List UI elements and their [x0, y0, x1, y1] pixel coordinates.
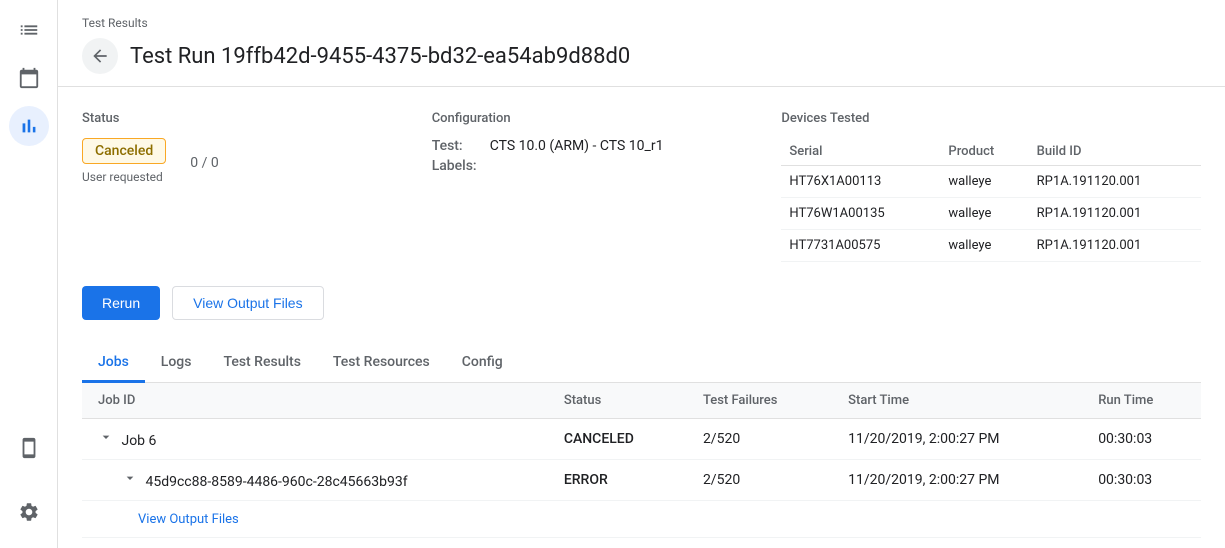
action-buttons: Rerun View Output Files — [82, 286, 1201, 320]
subjob-run-time: 00:30:03 — [1082, 460, 1201, 501]
col-failures: Test Failures — [687, 383, 832, 419]
device-row: HT76W1A00135 walleye RP1A.191120.001 — [781, 198, 1201, 230]
col-runtime: Run Time — [1082, 383, 1201, 419]
device-product: walleye — [940, 230, 1028, 262]
tab-test-results[interactable]: Test Results — [207, 344, 316, 383]
phone-icon — [18, 437, 40, 459]
back-arrow-icon — [90, 46, 110, 66]
sidebar — [0, 0, 58, 548]
col-status: Status — [548, 383, 687, 419]
config-labels-row: Labels: — [432, 158, 782, 174]
job-run-time: 00:30:03 — [1082, 419, 1201, 460]
subjob-id-cell: 45d9cc88-8589-4486-960c-28c45663b93f — [82, 460, 548, 501]
job-status: CANCELED — [548, 419, 687, 460]
config-label: Configuration — [432, 111, 782, 126]
sidebar-item-calendar[interactable] — [9, 58, 49, 98]
config-block: Configuration Test: CTS 10.0 (ARM) - CTS… — [432, 111, 782, 262]
device-serial: HT7731A00575 — [781, 230, 940, 262]
tab-logs[interactable]: Logs — [145, 344, 208, 383]
devices-col-serial: Serial — [781, 138, 940, 166]
tab-jobs[interactable]: Jobs — [82, 344, 145, 383]
view-output-button[interactable]: View Output Files — [172, 286, 323, 320]
jobs-table: Job ID Status Test Failures Start Time R… — [82, 383, 1201, 538]
devices-label: Devices Tested — [781, 111, 1201, 126]
status-sub: User requested — [82, 170, 166, 184]
device-build: RP1A.191120.001 — [1029, 198, 1201, 230]
device-row: HT7731A00575 walleye RP1A.191120.001 — [781, 230, 1201, 262]
sidebar-item-analytics[interactable] — [9, 106, 49, 146]
expand-button[interactable] — [98, 429, 114, 445]
device-serial: HT76X1A00113 — [781, 166, 940, 198]
content-area: Status Canceled User requested 0 / 0 Con… — [58, 87, 1225, 548]
back-button[interactable] — [82, 38, 118, 74]
config-test-row: Test: CTS 10.0 (ARM) - CTS 10_r1 — [432, 138, 782, 154]
page-title: Test Run 19ffb42d-9455-4375-bd32-ea54ab9… — [130, 44, 630, 69]
subjob-status: ERROR — [548, 460, 687, 501]
expand-button[interactable] — [122, 470, 138, 486]
tab-test-resources[interactable]: Test Resources — [317, 344, 446, 383]
calendar-icon — [18, 67, 40, 89]
sidebar-item-devices[interactable] — [9, 428, 49, 468]
device-serial: HT76W1A00135 — [781, 198, 940, 230]
device-build: RP1A.191120.001 — [1029, 230, 1201, 262]
device-product: walleye — [940, 166, 1028, 198]
devices-col-build: Build ID — [1029, 138, 1201, 166]
title-row: Test Run 19ffb42d-9455-4375-bd32-ea54ab9… — [82, 38, 1201, 86]
job-start-time: 11/20/2019, 2:00:27 PM — [832, 419, 1082, 460]
progress-text: 0 / 0 — [190, 155, 218, 171]
status-label: Status — [82, 111, 432, 126]
col-job-id: Job ID — [82, 383, 548, 419]
devices-block: Devices Tested Serial Product Build ID H… — [781, 111, 1201, 262]
job-row: Job 6 CANCELED 2/520 11/20/2019, 2:00:27… — [82, 419, 1201, 460]
status-badge: Canceled — [82, 138, 166, 164]
device-build: RP1A.191120.001 — [1029, 166, 1201, 198]
tab-config[interactable]: Config — [446, 344, 519, 383]
device-row: HT76X1A00113 walleye RP1A.191120.001 — [781, 166, 1201, 198]
view-output-link[interactable]: View Output Files — [138, 512, 239, 527]
config-test-key: Test: — [432, 138, 482, 154]
breadcrumb: Test Results — [82, 16, 1201, 30]
list-icon — [18, 19, 40, 41]
header: Test Results Test Run 19ffb42d-9455-4375… — [58, 0, 1225, 87]
devices-table: Serial Product Build ID HT76X1A00113 wal… — [781, 138, 1201, 262]
devices-col-product: Product — [940, 138, 1028, 166]
job-failures: 2/520 — [687, 419, 832, 460]
bar-chart-icon — [18, 115, 40, 137]
view-output-row: View Output Files — [82, 501, 1201, 538]
main-content: Test Results Test Run 19ffb42d-9455-4375… — [58, 0, 1225, 548]
status-block: Status Canceled User requested 0 / 0 — [82, 111, 432, 262]
sidebar-item-tasks[interactable] — [9, 10, 49, 50]
sidebar-item-settings[interactable] — [9, 492, 49, 532]
job-id-cell: Job 6 — [82, 419, 548, 460]
col-start: Start Time — [832, 383, 1082, 419]
settings-icon — [18, 501, 40, 523]
subjob-failures: 2/520 — [687, 460, 832, 501]
info-section: Status Canceled User requested 0 / 0 Con… — [82, 111, 1201, 262]
tabs: JobsLogsTest ResultsTest ResourcesConfig — [82, 344, 1201, 383]
device-product: walleye — [940, 198, 1028, 230]
config-test-val: CTS 10.0 (ARM) - CTS 10_r1 — [490, 138, 664, 154]
subjob-start-time: 11/20/2019, 2:00:27 PM — [832, 460, 1082, 501]
rerun-button[interactable]: Rerun — [82, 286, 160, 320]
subjob-row: 45d9cc88-8589-4486-960c-28c45663b93f ERR… — [82, 460, 1201, 501]
config-labels-key: Labels: — [432, 158, 482, 174]
